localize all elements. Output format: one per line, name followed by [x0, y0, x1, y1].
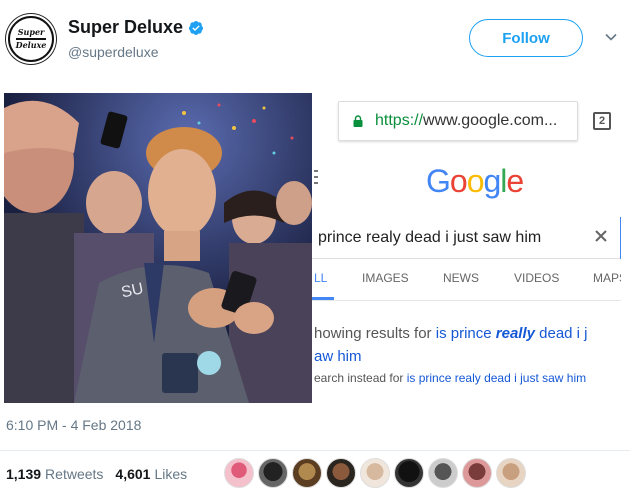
concert-photo[interactable]: SU — [4, 93, 312, 403]
menu-icon[interactable] — [314, 169, 318, 185]
likes-count[interactable]: 4,601 — [115, 466, 150, 482]
retweets-label[interactable]: Retweets — [45, 466, 103, 482]
author-name[interactable]: Super Deluxe — [68, 17, 183, 38]
liker-avatar[interactable] — [224, 458, 254, 488]
liker-avatar[interactable] — [258, 458, 288, 488]
tab-count-icon[interactable]: 2 — [593, 112, 611, 130]
avatar-text-top: Super — [17, 27, 45, 37]
search-focus-edge — [620, 217, 621, 259]
tabs-divider — [312, 300, 621, 301]
super-deluxe-logo: Super Deluxe — [10, 18, 52, 60]
follow-button[interactable]: Follow — [469, 19, 583, 57]
chevron-down-icon[interactable] — [604, 30, 618, 44]
corrected-query-link-cont[interactable]: aw him — [314, 348, 362, 365]
tab-maps[interactable]: MAPS — [593, 271, 621, 285]
tweet-stats: 1,139 Retweets 4,601 Likes — [6, 466, 187, 482]
search-instead-line: earch instead for is prince realy dead i… — [314, 371, 587, 385]
avatar-text-bottom: Deluxe — [15, 40, 47, 50]
liker-avatar[interactable] — [428, 458, 458, 488]
tab-images[interactable]: IMAGES — [362, 271, 409, 285]
tab-news[interactable]: NEWS — [443, 271, 479, 285]
google-search-screenshot[interactable]: https://www.google.com... 2 Google princ… — [312, 93, 621, 403]
tab-videos[interactable]: VIDEOS — [514, 271, 559, 285]
likes-label[interactable]: Likes — [154, 466, 187, 482]
author-handle[interactable]: @superdeluxe — [68, 44, 159, 60]
search-tabs: LL IMAGES NEWS VIDEOS MAPS — [312, 271, 621, 293]
liker-avatar[interactable] — [394, 458, 424, 488]
original-query-link[interactable]: is prince realy dead i just saw him — [407, 371, 586, 385]
close-icon[interactable] — [594, 229, 608, 243]
liker-avatar[interactable] — [360, 458, 390, 488]
lock-icon — [353, 115, 363, 127]
tweet-media[interactable]: SU https://www.google.com... 2 Google pr… — [4, 93, 621, 403]
liker-avatar[interactable] — [496, 458, 526, 488]
url-bar[interactable]: https://www.google.com... — [338, 101, 578, 141]
google-logo: Google — [426, 163, 524, 199]
verified-badge-icon — [189, 20, 204, 35]
author-name-row[interactable]: Super Deluxe — [68, 17, 204, 38]
search-input[interactable]: prince realy dead i just saw him — [312, 217, 621, 259]
retweets-count[interactable]: 1,139 — [6, 466, 41, 482]
liker-avatar[interactable] — [326, 458, 356, 488]
tab-all[interactable]: LL — [314, 271, 327, 285]
showing-results-line: howing results for is prince really dead… — [314, 325, 588, 342]
corrected-query-link[interactable]: is prince really dead i j — [436, 325, 588, 342]
stats-divider — [0, 450, 630, 451]
search-query: prince realy dead i just saw him — [318, 228, 542, 246]
tweet-timestamp[interactable]: 6:10 PM - 4 Feb 2018 — [6, 417, 141, 433]
concert-photo-illustration: SU — [4, 93, 312, 403]
liker-avatar[interactable] — [462, 458, 492, 488]
likers-avatars — [224, 458, 530, 488]
liker-avatar[interactable] — [292, 458, 322, 488]
url-text: https://www.google.com... — [375, 112, 558, 129]
avatar[interactable]: Super Deluxe — [6, 14, 56, 64]
